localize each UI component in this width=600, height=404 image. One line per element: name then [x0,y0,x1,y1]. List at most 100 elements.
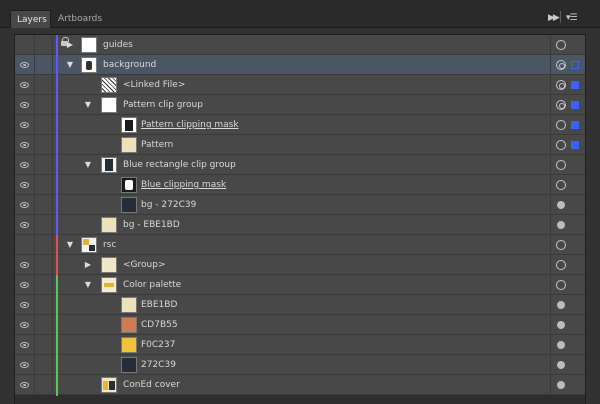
eye-icon[interactable] [20,302,29,308]
layer-label[interactable]: CD7B55 [141,315,178,335]
visibility-toggle[interactable] [15,135,35,155]
layer-label[interactable]: background [103,55,156,75]
visibility-toggle[interactable] [15,155,35,175]
visibility-toggle[interactable] [15,55,35,75]
target-icon[interactable] [557,201,565,209]
lock-toggle[interactable] [35,255,53,275]
lock-toggle[interactable] [35,355,53,375]
layer-label[interactable]: Blue clipping mask [141,175,226,195]
eye-icon[interactable] [20,102,29,108]
target-icon[interactable] [557,341,565,349]
expand-arrow-icon[interactable]: ▶ [83,259,93,271]
eye-icon[interactable] [20,162,29,168]
eye-icon[interactable] [20,262,29,268]
layer-label[interactable]: Blue rectangle clip group [123,155,236,175]
layer-label[interactable]: <Linked File> [123,75,185,95]
target-icon[interactable] [557,361,565,369]
target-icon[interactable] [557,301,565,309]
layer-row-f0c237[interactable]: F0C237 [15,335,585,356]
target-icon[interactable] [556,240,566,250]
visibility-toggle[interactable] [15,275,35,295]
target-icon[interactable] [556,80,566,90]
expand-arrow-icon[interactable]: ▶ [65,39,75,51]
visibility-toggle[interactable] [15,195,35,215]
tab-artboards[interactable]: Artboards [52,10,110,28]
target-icon[interactable] [556,40,566,50]
layer-row-pattern-clipping-mask[interactable]: Pattern clipping mask [15,115,585,136]
lock-toggle[interactable] [35,55,53,75]
lock-toggle[interactable] [35,95,53,115]
target-icon[interactable] [557,221,565,229]
layer-label[interactable]: ConEd cover [123,375,180,395]
visibility-toggle[interactable] [15,255,35,275]
selection-indicator[interactable] [571,81,579,89]
target-icon[interactable] [556,180,566,190]
layer-row-pattern[interactable]: Pattern [15,135,585,156]
collapse-arrow-icon[interactable]: ▼ [83,159,93,171]
target-icon[interactable] [556,100,566,110]
eye-icon[interactable] [20,322,29,328]
visibility-toggle[interactable] [15,35,35,55]
selection-indicator[interactable] [571,61,579,69]
target-icon[interactable] [557,381,565,389]
selection-indicator[interactable] [571,121,579,129]
panel-menu-icon[interactable]: ▾☰ [566,13,578,23]
layer-row-272c39[interactable]: 272C39 [15,355,585,376]
selection-indicator[interactable] [571,141,579,149]
eye-icon[interactable] [20,122,29,128]
layer-label[interactable]: EBE1BD [141,295,177,315]
target-icon[interactable] [556,280,566,290]
target-icon[interactable] [556,60,566,70]
lock-toggle[interactable] [35,155,53,175]
layer-label[interactable]: rsc [103,235,116,255]
lock-toggle[interactable] [35,375,53,395]
visibility-toggle[interactable] [15,115,35,135]
layer-label[interactable]: F0C237 [141,335,175,355]
target-icon[interactable] [556,120,566,130]
target-icon[interactable] [557,321,565,329]
selection-indicator[interactable] [571,101,579,109]
lock-toggle[interactable] [35,195,53,215]
eye-icon[interactable] [20,282,29,288]
layer-label[interactable]: bg - 272C39 [141,195,196,215]
layer-label[interactable]: guides [103,35,133,55]
visibility-toggle[interactable] [15,375,35,395]
visibility-toggle[interactable] [15,355,35,375]
eye-icon[interactable] [20,62,29,68]
lock-toggle[interactable] [35,75,53,95]
visibility-toggle[interactable] [15,235,35,255]
eye-icon[interactable] [20,222,29,228]
visibility-toggle[interactable] [15,95,35,115]
lock-toggle[interactable] [35,335,53,355]
visibility-toggle[interactable] [15,315,35,335]
layer-label[interactable]: Pattern clip group [123,95,203,115]
visibility-toggle[interactable] [15,295,35,315]
layer-row-bg-272c39[interactable]: bg - 272C39 [15,195,585,216]
eye-icon[interactable] [20,182,29,188]
collapse-arrow-icon[interactable]: ▼ [83,99,93,111]
collapse-arrow-icon[interactable]: ▼ [83,279,93,291]
layer-row-blue-clipping-mask[interactable]: Blue clipping mask [15,175,585,196]
visibility-toggle[interactable] [15,75,35,95]
layer-row-rsc[interactable]: ▼ rsc [15,235,585,256]
layer-label[interactable]: bg - EBE1BD [123,215,180,235]
lock-toggle[interactable] [35,295,53,315]
layer-label[interactable]: <Group> [123,255,165,275]
lock-toggle[interactable] [35,35,69,55]
collapse-arrow-icon[interactable]: ▼ [65,239,75,251]
eye-icon[interactable] [20,82,29,88]
visibility-toggle[interactable] [15,175,35,195]
lock-toggle[interactable] [35,315,53,335]
layer-row-group[interactable]: ▶ <Group> [15,255,585,276]
layer-row-pattern-clip-group[interactable]: ▼ Pattern clip group [15,95,585,116]
layer-label[interactable]: Pattern [141,135,173,155]
layer-row-coned-cover[interactable]: ConEd cover [15,375,585,396]
layer-row-color-palette[interactable]: ▼ Color palette [15,275,585,296]
layer-row-cd7b55[interactable]: CD7B55 [15,315,585,336]
visibility-toggle[interactable] [15,215,35,235]
collapse-arrow-icon[interactable]: ▼ [65,59,75,71]
layer-row-background[interactable]: ▼ background [15,55,585,76]
lock-toggle[interactable] [35,135,53,155]
layer-row-ebe1bd[interactable]: EBE1BD [15,295,585,316]
tab-layers[interactable]: Layers [10,10,51,28]
